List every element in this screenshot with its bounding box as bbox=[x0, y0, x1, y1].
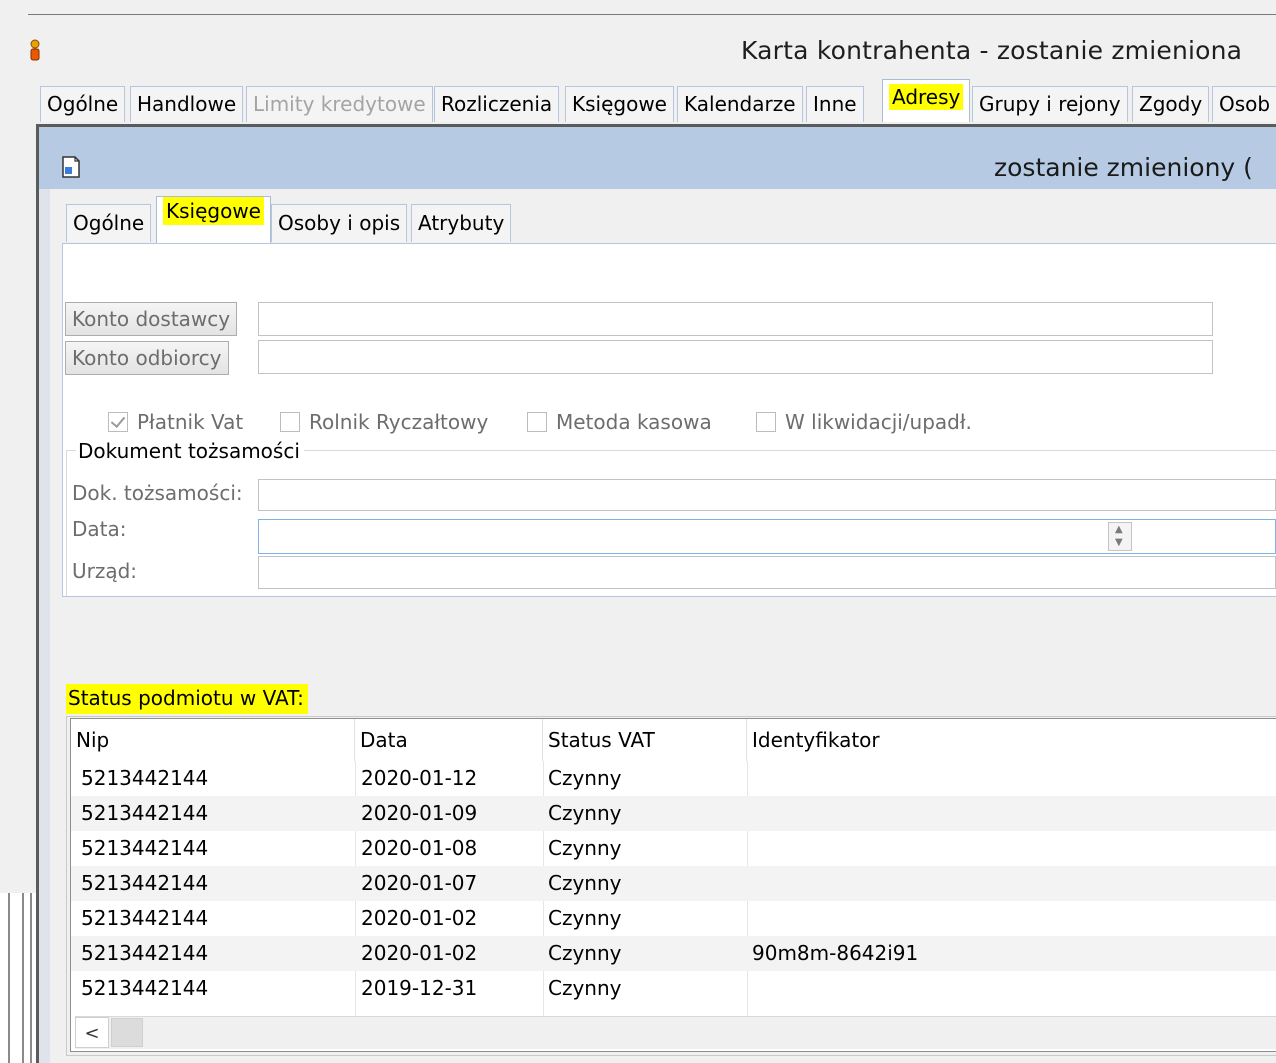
window-top-border bbox=[28, 14, 1276, 15]
cell-nip: 5213442144 bbox=[81, 801, 209, 825]
checkbox-platnik-vat-label: Płatnik Vat bbox=[137, 410, 244, 434]
cell-date: 2020-01-02 bbox=[361, 906, 478, 930]
cell-nip: 5213442144 bbox=[81, 906, 209, 930]
column-header-nip[interactable]: Nip bbox=[71, 719, 355, 761]
checkbox-platnik-vat[interactable]: Płatnik Vat bbox=[108, 407, 243, 437]
cell-date: 2019-12-31 bbox=[361, 976, 478, 1000]
table-row[interactable]: 5213442144 2020-01-08 Czynny bbox=[71, 831, 1276, 866]
table-row[interactable]: 5213442144 2020-01-07 Czynny bbox=[71, 866, 1276, 901]
doc-label: Dok. tożsamości: bbox=[72, 481, 243, 505]
cell-status: Czynny bbox=[548, 801, 622, 825]
checkbox-w-likwidacji[interactable]: W likwidacji/upadł. bbox=[756, 407, 972, 437]
scroll-left-button[interactable]: < bbox=[75, 1017, 109, 1048]
cell-nip: 5213442144 bbox=[81, 871, 209, 895]
background-window-edge bbox=[0, 893, 36, 1063]
tab-adresy[interactable]: Adresy bbox=[882, 79, 971, 122]
table-row[interactable]: 5213442144 2020-01-09 Czynny bbox=[71, 796, 1276, 831]
app-person-icon bbox=[30, 39, 40, 61]
checkbox-metoda-kasowa[interactable]: Metoda kasowa bbox=[527, 407, 712, 437]
date-label: Data: bbox=[72, 517, 127, 541]
table-row[interactable]: 5213442144 2020-01-02 Czynny bbox=[71, 901, 1276, 936]
subtab-ksiegowe-label: Księgowe bbox=[163, 197, 264, 225]
window-title: Karta kontrahenta - zostanie zmieniona bbox=[741, 36, 1243, 65]
checkbox-platnik-vat-box[interactable] bbox=[108, 412, 128, 432]
checkbox-rolnik-ryczaltowy-box[interactable] bbox=[280, 412, 300, 432]
date-spinner[interactable]: ▲ ▼ bbox=[1108, 522, 1132, 551]
table-row[interactable]: 5213442144 2020-01-12 Czynny bbox=[71, 761, 1276, 796]
horizontal-scrollbar[interactable]: < bbox=[75, 1016, 1276, 1049]
supplier-account-field[interactable] bbox=[258, 302, 1213, 336]
cell-status: Czynny bbox=[548, 871, 622, 895]
checkbox-w-likwidacji-box[interactable] bbox=[756, 412, 776, 432]
cell-identifier: 90m8m-8642i91 bbox=[752, 941, 919, 965]
tab-handlowe[interactable]: Handlowe bbox=[130, 86, 244, 122]
cell-status: Czynny bbox=[548, 906, 622, 930]
tab-grupy-i-rejony[interactable]: Grupy i rejony bbox=[972, 86, 1128, 122]
cell-date: 2020-01-12 bbox=[361, 766, 478, 790]
subtab-ogolne[interactable]: Ogólne bbox=[66, 204, 152, 242]
tab-limity-kredytowe[interactable]: Limity kredytowe bbox=[246, 86, 433, 122]
table-row[interactable]: 5213442144 2020-01-02 Czynny 90m8m-8642i… bbox=[71, 936, 1276, 971]
vat-status-label: Status podmiotu w VAT: bbox=[66, 684, 308, 714]
tab-ksiegowe[interactable]: Księgowe bbox=[565, 86, 674, 122]
spinner-down-icon[interactable]: ▼ bbox=[1115, 538, 1123, 548]
column-header-data[interactable]: Data bbox=[355, 719, 543, 761]
column-header-status-vat[interactable]: Status VAT bbox=[543, 719, 747, 761]
tab-adresy-label: Adresy bbox=[889, 84, 964, 110]
subtab-osoby-i-opis[interactable]: Osoby i opis bbox=[271, 204, 408, 242]
doc-field[interactable] bbox=[258, 479, 1276, 511]
cell-nip: 5213442144 bbox=[81, 976, 209, 1000]
spinner-up-icon[interactable]: ▲ bbox=[1115, 525, 1123, 535]
tab-osoby[interactable]: Osob bbox=[1212, 86, 1276, 122]
inner-window-title: zostanie zmieniony ( bbox=[994, 153, 1253, 182]
subtab-ksiegowe[interactable]: Księgowe bbox=[156, 196, 271, 243]
tab-ogolne[interactable]: Ogólne bbox=[40, 86, 126, 122]
cell-status: Czynny bbox=[548, 766, 622, 790]
tab-zgody[interactable]: Zgody bbox=[1132, 86, 1210, 122]
cell-status: Czynny bbox=[548, 836, 622, 860]
supplier-account-button[interactable]: Konto dostawcy bbox=[65, 302, 238, 336]
cell-nip: 5213442144 bbox=[81, 941, 209, 965]
buyer-account-button[interactable]: Konto odbiorcy bbox=[65, 341, 229, 375]
office-label: Urząd: bbox=[72, 559, 138, 583]
identity-group-border-left bbox=[66, 450, 67, 596]
cell-date: 2020-01-09 bbox=[361, 801, 478, 825]
cell-date: 2020-01-02 bbox=[361, 941, 478, 965]
table-row[interactable]: 5213442144 2019-12-31 Czynny bbox=[71, 971, 1276, 1006]
office-field[interactable] bbox=[258, 556, 1276, 589]
identity-group-label: Dokument tożsamości bbox=[76, 439, 304, 463]
cell-nip: 5213442144 bbox=[81, 766, 209, 790]
cell-date: 2020-01-07 bbox=[361, 871, 478, 895]
vat-status-grid[interactable]: Nip Data Status VAT Identyfikator 521344… bbox=[70, 718, 1276, 1052]
tab-rozliczenia[interactable]: Rozliczenia bbox=[434, 86, 560, 122]
cell-nip: 5213442144 bbox=[81, 836, 209, 860]
checkbox-metoda-kasowa-label: Metoda kasowa bbox=[556, 410, 712, 434]
checkbox-w-likwidacji-label: W likwidacji/upadł. bbox=[785, 410, 972, 434]
tab-kalendarze[interactable]: Kalendarze bbox=[677, 86, 803, 122]
document-edit-icon bbox=[62, 156, 80, 178]
cell-date: 2020-01-08 bbox=[361, 836, 478, 860]
cell-status: Czynny bbox=[548, 941, 622, 965]
tab-inne[interactable]: Inne bbox=[806, 86, 864, 122]
checkbox-metoda-kasowa-box[interactable] bbox=[527, 412, 547, 432]
scroll-thumb[interactable] bbox=[111, 1018, 143, 1047]
buyer-account-field[interactable] bbox=[258, 340, 1213, 374]
cell-status: Czynny bbox=[548, 976, 622, 1000]
subtab-atrybuty[interactable]: Atrybuty bbox=[411, 204, 512, 242]
column-header-identyfikator[interactable]: Identyfikator bbox=[747, 719, 1276, 761]
checkbox-rolnik-ryczaltowy-label: Rolnik Ryczałtowy bbox=[309, 410, 489, 434]
checkbox-rolnik-ryczaltowy[interactable]: Rolnik Ryczałtowy bbox=[280, 407, 488, 437]
